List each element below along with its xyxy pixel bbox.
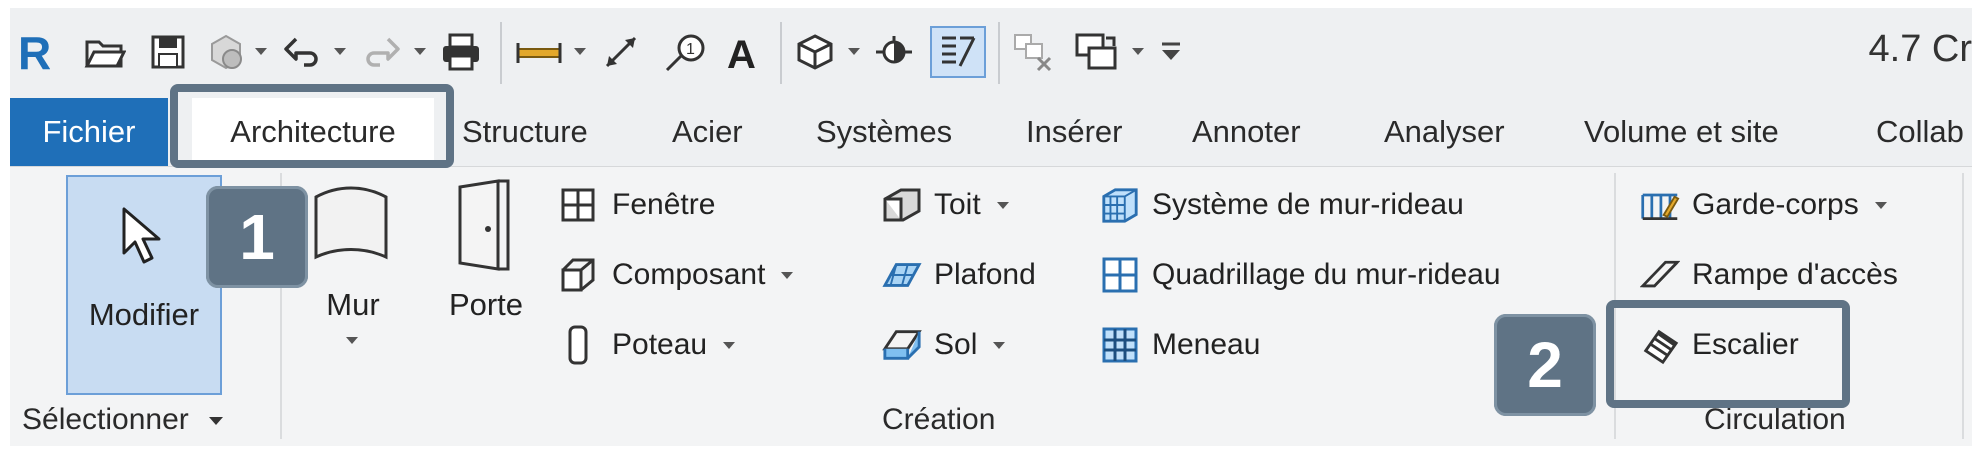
tab-inserer[interactable]: Insérer <box>1026 98 1122 166</box>
chevron-down-icon <box>996 201 1009 209</box>
text-icon[interactable]: A <box>722 26 766 78</box>
chevron-down-icon[interactable] <box>346 337 358 344</box>
select-panel-label[interactable]: Sélectionner <box>22 403 224 437</box>
sync-icon[interactable] <box>204 26 248 78</box>
tab-annoter[interactable]: Annoter <box>1192 98 1301 166</box>
chevron-down-icon[interactable] <box>255 48 267 55</box>
section-icon[interactable] <box>872 26 916 78</box>
revit-logo-icon[interactable]: R <box>16 26 52 78</box>
measure-icon[interactable] <box>514 26 564 78</box>
highlight-stair-button <box>1606 300 1850 408</box>
mullion-label: Meneau <box>1152 328 1261 361</box>
component-label: Composant <box>612 258 766 291</box>
roof-icon <box>882 185 922 225</box>
build-panel-label: Création <box>882 403 996 436</box>
toolbar-separator <box>998 22 1000 84</box>
ceiling-label: Plafond <box>934 258 1036 291</box>
switch-windows-icon[interactable] <box>1072 26 1122 78</box>
save-icon[interactable] <box>148 26 188 78</box>
close-hidden-windows-icon[interactable] <box>1010 26 1056 78</box>
tab-fichier[interactable]: Fichier <box>10 98 168 166</box>
cursor-arrow-icon <box>120 205 164 270</box>
curtain-system-label: Système de mur-rideau <box>1152 188 1464 221</box>
chevron-down-icon[interactable] <box>334 48 346 55</box>
window-label: Fenêtre <box>612 188 716 221</box>
revit-window: R 1 A 4.7 Cr Fichier Architecture Struct… <box>10 8 1972 446</box>
component-button[interactable]: Composant <box>558 255 794 295</box>
chevron-down-icon <box>781 271 794 279</box>
ramp-button[interactable]: Rampe d'accès <box>1640 255 1898 295</box>
curtain-grid-icon <box>1100 255 1140 295</box>
chevron-down-icon <box>723 341 736 349</box>
thin-lines-icon[interactable] <box>930 26 986 78</box>
mullion-button[interactable]: Meneau <box>1100 325 1260 365</box>
modify-label: Modifier <box>88 297 200 332</box>
callout-badge-1: 1 <box>206 186 308 288</box>
mullion-icon <box>1100 325 1140 365</box>
aligned-dimension-icon[interactable] <box>598 26 644 78</box>
floor-button[interactable]: Sol <box>882 325 1006 365</box>
redo-icon[interactable] <box>360 26 404 78</box>
toolbar-separator <box>500 22 502 84</box>
tag-icon[interactable]: 1 <box>662 26 708 78</box>
railing-button[interactable]: Garde-corps <box>1640 185 1887 225</box>
svg-text:1: 1 <box>686 41 695 58</box>
door-label[interactable]: Porte <box>438 287 534 323</box>
chevron-down-icon <box>1874 201 1887 209</box>
column-button[interactable]: Poteau <box>558 325 736 365</box>
window-title: 4.7 Cr <box>1868 28 1972 70</box>
chevron-down-icon[interactable] <box>848 48 860 55</box>
roof-label: Toit <box>934 188 981 221</box>
svg-text:A: A <box>727 33 756 72</box>
open-folder-icon[interactable] <box>82 26 128 78</box>
chevron-down-icon <box>209 417 224 426</box>
tab-collaborer[interactable]: Collab <box>1876 98 1964 166</box>
window-button[interactable]: Fenêtre <box>558 185 715 225</box>
circulation-panel-label: Circulation <box>1704 403 1846 436</box>
roof-button[interactable]: Toit <box>882 185 1009 225</box>
undo-icon[interactable] <box>280 26 324 78</box>
panel-separator <box>1962 173 1964 439</box>
tab-acier[interactable]: Acier <box>672 98 743 166</box>
chevron-down-icon <box>993 341 1006 349</box>
floor-label: Sol <box>934 328 978 361</box>
column-icon <box>558 325 598 365</box>
svg-text:R: R <box>18 29 50 75</box>
tab-analyser[interactable]: Analyser <box>1384 98 1505 166</box>
chevron-down-icon[interactable] <box>414 48 426 55</box>
curtain-system-button[interactable]: Système de mur-rideau <box>1100 185 1464 225</box>
wall-icon[interactable] <box>310 181 392 278</box>
wall-label[interactable]: Mur <box>318 287 388 323</box>
railing-label: Garde-corps <box>1692 188 1859 221</box>
modify-button[interactable]: Modifier <box>66 175 222 395</box>
toolbar-separator <box>780 22 782 84</box>
ramp-icon <box>1640 255 1680 295</box>
3d-view-icon[interactable] <box>792 26 838 78</box>
railing-icon <box>1640 185 1680 225</box>
tab-volume-et-site[interactable]: Volume et site <box>1584 98 1779 166</box>
column-label: Poteau <box>612 328 708 361</box>
curtain-grid-label: Quadrillage du mur-rideau <box>1152 258 1501 291</box>
highlight-architecture-tab <box>170 84 454 168</box>
chevron-down-icon[interactable] <box>1132 48 1144 55</box>
tab-systemes[interactable]: Systèmes <box>816 98 952 166</box>
ramp-label: Rampe d'accès <box>1692 258 1898 291</box>
print-icon[interactable] <box>438 26 484 78</box>
chevron-down-icon[interactable] <box>574 48 586 55</box>
window-icon <box>558 185 598 225</box>
customize-qat-icon[interactable] <box>1156 26 1186 78</box>
tab-structure[interactable]: Structure <box>462 98 588 166</box>
curtain-system-icon <box>1100 185 1140 225</box>
ceiling-button[interactable]: Plafond <box>882 255 1036 295</box>
door-icon[interactable] <box>452 179 514 280</box>
floor-icon <box>882 325 922 365</box>
callout-badge-2: 2 <box>1494 314 1596 416</box>
component-icon <box>558 255 598 295</box>
ceiling-icon <box>882 255 922 295</box>
curtain-grid-button[interactable]: Quadrillage du mur-rideau <box>1100 255 1501 295</box>
